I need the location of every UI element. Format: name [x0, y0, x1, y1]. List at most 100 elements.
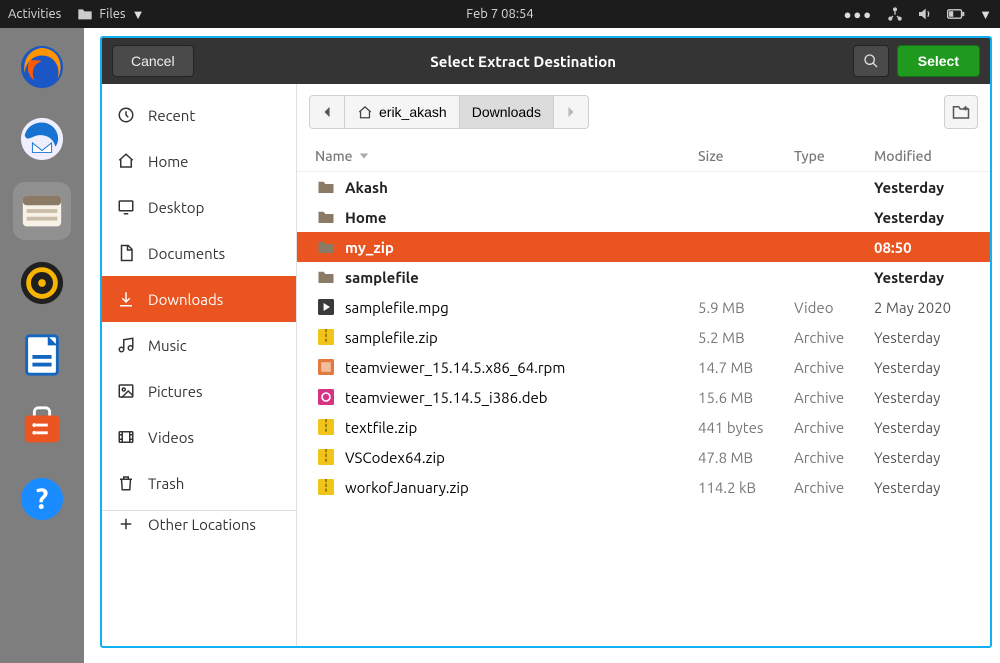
sidebar-item-label: Home: [148, 153, 188, 170]
file-row[interactable]: teamviewer_15.14.5_i386.deb15.6 MBArchiv…: [297, 382, 990, 412]
file-size: 441 bytes: [698, 419, 794, 436]
path-forward-button[interactable]: [554, 96, 588, 128]
file-row[interactable]: teamviewer_15.14.5.x86_64.rpm14.7 MBArch…: [297, 352, 990, 382]
sidebar-item-recent[interactable]: Recent: [102, 92, 296, 138]
file-area: erik_akash Downloads Name: [297, 84, 990, 646]
file-modified: Yesterday: [874, 419, 972, 436]
file-row[interactable]: VSCodex64.zip47.8 MBArchiveYesterday: [297, 442, 990, 472]
launcher-firefox[interactable]: [13, 38, 71, 96]
sidebar-item-documents[interactable]: Documents: [102, 230, 296, 276]
launcher-rhythmbox[interactable]: [13, 254, 71, 312]
sidebar-item-videos[interactable]: Videos: [102, 414, 296, 460]
sidebar-item-label: Pictures: [148, 383, 203, 400]
column-size[interactable]: Size: [698, 148, 794, 164]
file-row[interactable]: samplefileYesterday: [297, 262, 990, 292]
search-icon: [863, 53, 879, 69]
file-modified: Yesterday: [874, 389, 972, 406]
path-back-button[interactable]: [310, 96, 345, 128]
sidebar-item-home[interactable]: Home: [102, 138, 296, 184]
file-row[interactable]: AkashYesterday: [297, 172, 990, 202]
launcher-thunderbird[interactable]: [13, 110, 71, 168]
sidebar-item-label: Documents: [148, 245, 225, 262]
file-size: 15.6 MB: [698, 389, 794, 406]
file-row[interactable]: samplefile.mpg5.9 MBVideo2 May 2020: [297, 292, 990, 322]
documents-icon: [116, 244, 136, 262]
activities-button[interactable]: Activities: [8, 7, 61, 21]
file-name: workofJanuary.zip: [345, 479, 698, 496]
chevron-down-icon: ▼: [132, 7, 145, 22]
file-row[interactable]: my_zip 08:50: [297, 232, 990, 262]
dialog-header: Cancel Select Extract Destination Select: [102, 38, 990, 84]
file-name: Home: [345, 209, 698, 226]
new-folder-button[interactable]: [944, 95, 978, 129]
file-row[interactable]: textfile.zip441 bytesArchiveYesterday: [297, 412, 990, 442]
launcher-files[interactable]: [13, 182, 71, 240]
network-icon[interactable]: [887, 6, 903, 22]
sidebar-item-pictures[interactable]: Pictures: [102, 368, 296, 414]
clock[interactable]: Feb 7 08:54: [336, 7, 664, 21]
file-row[interactable]: samplefile.zip5.2 MBArchiveYesterday: [297, 322, 990, 352]
path-segment-downloads[interactable]: Downloads: [460, 96, 554, 128]
folder-icon: [77, 7, 93, 21]
file-name: my_zip: [345, 239, 698, 256]
file-chooser-dialog: Cancel Select Extract Destination Select…: [100, 36, 992, 648]
sidebar-item-label: Music: [148, 337, 187, 354]
path-bar: erik_akash Downloads: [297, 84, 990, 140]
file-list[interactable]: AkashYesterday Home Yesterday my_zip 08:50 sa…: [297, 172, 990, 646]
file-name: VSCodex64.zip: [345, 449, 698, 466]
system-menu-chevron-icon[interactable]: ▼: [979, 7, 992, 22]
file-modified: Yesterday: [874, 209, 972, 226]
trash-icon: [116, 474, 136, 492]
column-headers: Name Size Type Modified: [297, 140, 990, 172]
zip-icon: [315, 419, 337, 435]
cancel-button[interactable]: Cancel: [112, 45, 194, 77]
select-button[interactable]: Select: [897, 45, 980, 77]
folder-icon: [315, 179, 337, 195]
zip-icon: [315, 479, 337, 495]
sidebar-item-music[interactable]: Music: [102, 322, 296, 368]
file-row[interactable]: Home Yesterday: [297, 202, 990, 232]
chevron-left-icon: [322, 106, 332, 118]
column-name[interactable]: Name: [315, 148, 698, 164]
appmenu-files[interactable]: Files ▼: [77, 7, 144, 22]
search-button[interactable]: [853, 45, 889, 77]
file-modified: 08:50: [874, 239, 972, 256]
sidebar-item-trash[interactable]: Trash: [102, 460, 296, 506]
file-name: samplefile.zip: [345, 329, 698, 346]
path-home-segment[interactable]: erik_akash: [345, 96, 460, 128]
overflow-icon[interactable]: ●●●: [844, 7, 874, 22]
pictures-icon: [116, 382, 136, 400]
ubuntu-dock: ?: [0, 28, 84, 663]
sidebar-item-desktop[interactable]: Desktop: [102, 184, 296, 230]
zip-icon: [315, 329, 337, 345]
file-modified: Yesterday: [874, 329, 972, 346]
file-row[interactable]: workofJanuary.zip114.2 kBArchiveYesterda…: [297, 472, 990, 502]
file-name: teamviewer_15.14.5_i386.deb: [345, 389, 698, 406]
file-type: Archive: [794, 329, 874, 346]
file-size: 47.8 MB: [698, 449, 794, 466]
zip-icon: [315, 449, 337, 465]
volume-icon[interactable]: [917, 6, 933, 22]
file-modified: Yesterday: [874, 269, 972, 286]
column-type[interactable]: Type: [794, 148, 874, 164]
launcher-software[interactable]: [13, 398, 71, 456]
column-modified[interactable]: Modified: [874, 148, 972, 164]
videos-icon: [116, 428, 136, 446]
sidebar-item-downloads[interactable]: Downloads: [102, 276, 296, 322]
file-size: 14.7 MB: [698, 359, 794, 376]
launcher-libreoffice[interactable]: [13, 326, 71, 384]
video-icon: [315, 299, 337, 315]
desktop-icon: [116, 198, 136, 216]
file-type: Archive: [794, 419, 874, 436]
file-type: Archive: [794, 449, 874, 466]
launcher-help[interactable]: ?: [13, 470, 71, 528]
folder-icon: [315, 269, 337, 285]
file-size: 5.9 MB: [698, 299, 794, 316]
sidebar-item-label: Videos: [148, 429, 194, 446]
folder-icon: [315, 239, 337, 255]
sidebar-item-other[interactable]: Other Locations: [102, 510, 296, 533]
chevron-right-icon: [566, 106, 576, 118]
sidebar-item-label: Downloads: [148, 291, 223, 308]
battery-icon[interactable]: [947, 7, 965, 21]
sidebar-item-label: Other Locations: [148, 516, 256, 533]
